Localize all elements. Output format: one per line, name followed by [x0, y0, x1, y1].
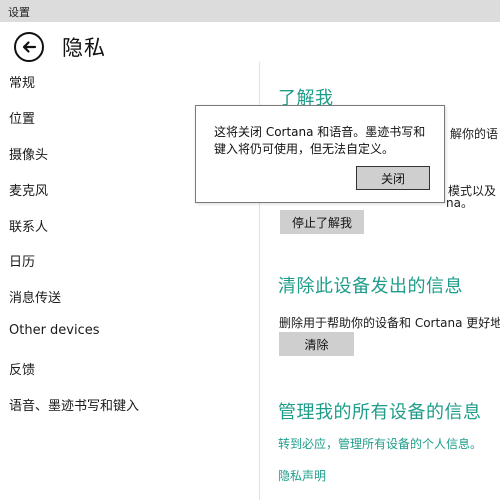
dialog-message-line-2: 键入将仍可使用，但无法自定义。 — [214, 142, 395, 156]
sidebar-item-location[interactable]: 位置 — [9, 108, 35, 127]
sidebar-item-microphone[interactable]: 麦克风 — [9, 180, 48, 199]
window-title: 设置 — [8, 6, 30, 19]
section-heading-manage-all: 管理我的所有设备的信息 — [278, 402, 482, 423]
stop-getting-to-know-button[interactable]: 停止了解我 — [280, 210, 364, 234]
back-button[interactable] — [14, 32, 44, 62]
clear-device-description: 删除用于帮助你的设备和 Cortana 更好地 — [279, 316, 500, 330]
confirm-dialog: 这将关闭 Cortana 和语音。墨迹书写和 键入将仍可使用，但无法自定义。 关… — [195, 105, 445, 203]
title-bar: 设置 — [0, 0, 500, 22]
dialog-message-line-1: 这将关闭 Cortana 和语音。墨迹书写和 — [214, 125, 426, 139]
sidebar-item-messaging[interactable]: 消息传送 — [9, 287, 61, 306]
get-to-know-text-fragment-1: 解你的语 — [450, 127, 499, 141]
sidebar-item-speech-inking-typing[interactable]: 语音、墨迹书写和键入 — [9, 395, 139, 414]
arrow-left-icon — [22, 41, 37, 53]
sidebar-item-camera[interactable]: 摄像头 — [9, 144, 48, 163]
section-heading-clear-device: 清除此设备发出的信息 — [278, 276, 463, 297]
page-title: 隐私 — [62, 36, 106, 60]
sidebar-item-contacts[interactable]: 联系人 — [9, 216, 48, 235]
clear-button[interactable]: 清除 — [279, 332, 354, 356]
close-button[interactable]: 关闭 — [356, 166, 430, 190]
manage-on-bing-link[interactable]: 转到必应，管理所有设备的个人信息。 — [278, 435, 482, 452]
get-to-know-text-fragment-3: na。 — [446, 196, 473, 210]
sidebar-item-other-devices[interactable]: Other devices — [9, 323, 100, 338]
sidebar-item-feedback[interactable]: 反馈 — [9, 359, 35, 378]
sidebar-item-general[interactable]: 常规 — [9, 72, 35, 91]
sidebar-item-calendar[interactable]: 日历 — [9, 251, 35, 270]
privacy-statement-link[interactable]: 隐私声明 — [278, 467, 326, 484]
